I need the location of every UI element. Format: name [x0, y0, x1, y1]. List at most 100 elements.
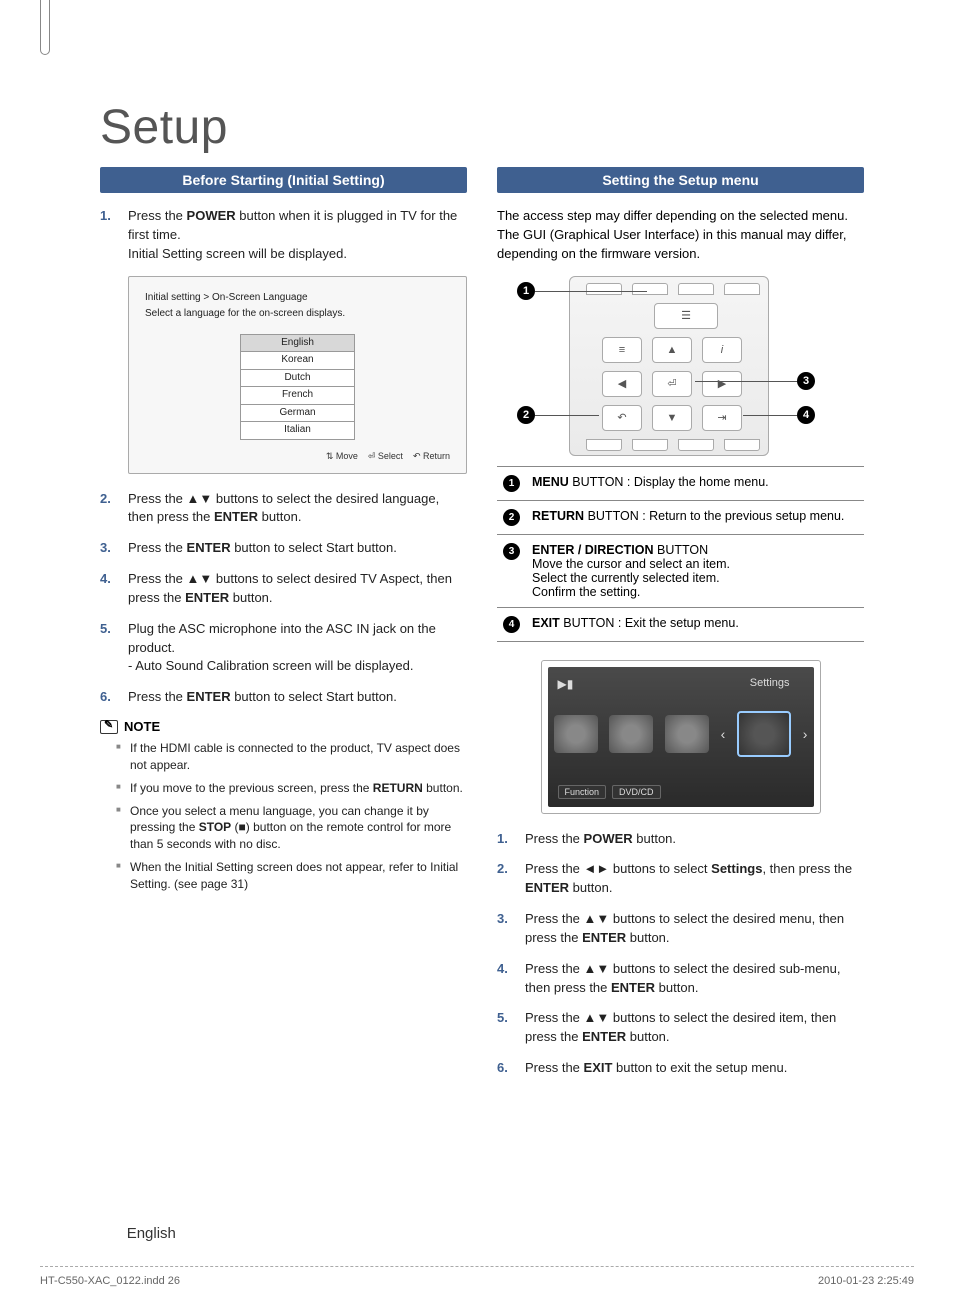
table-cell-desc: ENTER / DIRECTION BUTTONMove the cursor … — [526, 534, 864, 607]
play-pause-icon: ▶▮ — [558, 677, 574, 691]
osd-return-hint: ↶ Return — [413, 451, 450, 461]
remote-bottom-button-4 — [724, 439, 760, 451]
remote-up-button: ▲ — [652, 337, 692, 363]
step-item: Plug the ASC microphone into the ASC IN … — [100, 620, 467, 677]
right-intro-text: The access step may differ depending on … — [497, 207, 864, 264]
step-item: Press the ▲▼ buttons to select the desir… — [497, 960, 864, 998]
osd-language-option: French — [240, 386, 355, 404]
table-row: 3ENTER / DIRECTION BUTTONMove the cursor… — [497, 534, 864, 607]
carousel: ‹ › — [548, 711, 814, 757]
step-item: Press the EXIT button to exit the setup … — [497, 1059, 864, 1078]
carousel-arrow-right: › — [803, 726, 808, 742]
callout-2: 2 — [517, 406, 535, 424]
step-item: Press the ▲▼ buttons to select the desir… — [497, 1009, 864, 1047]
remote-info-button: i — [702, 337, 742, 363]
callout-4: 4 — [797, 406, 815, 424]
left-steps-list: Press the POWER button when it is plugge… — [100, 207, 467, 707]
left-column: Before Starting (Initial Setting) Press … — [100, 167, 467, 1090]
osd-select-hint: ⏎ Select — [368, 451, 403, 461]
step-item: Press the ▲▼ buttons to select the desir… — [100, 490, 467, 528]
note-heading: NOTE — [100, 719, 467, 734]
footer-file: HT-C550-XAC_0122.indd 26 — [40, 1275, 180, 1287]
note-item: When the Initial Setting screen does not… — [100, 859, 467, 893]
button-table: 1MENU BUTTON : Display the home menu.2RE… — [497, 466, 864, 642]
callout-line-1 — [535, 291, 647, 292]
step-item: Press the POWER button when it is plugge… — [100, 207, 467, 264]
remote-top-button-3 — [678, 283, 714, 295]
remote-bottom-button-1 — [586, 439, 622, 451]
right-steps-list: Press the POWER button. Press the ◄► butt… — [497, 830, 864, 1078]
remote-bottom-button-3 — [678, 439, 714, 451]
table-cell-num: 4 — [497, 607, 526, 641]
right-column: Setting the Setup menu The access step m… — [497, 167, 864, 1090]
settings-footer: Function DVD/CD — [558, 785, 661, 799]
remote-exit-button: ⇥ — [702, 405, 742, 431]
page-footer-lang: 26 English — [100, 1225, 864, 1242]
osd-language-option: Korean — [240, 351, 355, 369]
settings-screenshot: ▶▮ Settings ‹ › Function DVD/CD — [541, 660, 821, 814]
remote-left-button: ◀ — [602, 371, 642, 397]
remote-top-button-2 — [632, 283, 668, 295]
osd-breadcrumb: Initial setting > On-Screen Language — [145, 291, 450, 306]
remote-enter-button: ⏎ — [652, 371, 692, 397]
remote-menu-button: ☰ — [654, 303, 718, 329]
carousel-item — [609, 715, 653, 753]
step-item: Press the ▲▼ buttons to select the desir… — [497, 910, 864, 948]
footer-tag: DVD/CD — [612, 785, 661, 799]
carousel-item — [665, 715, 709, 753]
osd-language-option: Dutch — [240, 369, 355, 387]
step-item: Press the POWER button. — [497, 830, 864, 849]
table-cell-num: 1 — [497, 466, 526, 500]
footer-tag: Function — [558, 785, 607, 799]
remote-down-button: ▼ — [652, 405, 692, 431]
osd-move-hint: ⇅ Move — [326, 451, 358, 461]
page-tab-marker — [40, 0, 50, 55]
settings-screen: ▶▮ Settings ‹ › Function DVD/CD — [548, 667, 814, 807]
remote-bottom-button-2 — [632, 439, 668, 451]
table-cell-num: 2 — [497, 500, 526, 534]
settings-label: Settings — [750, 677, 790, 689]
note-list: If the HDMI cable is connected to the pr… — [100, 740, 467, 892]
callout-1: 1 — [517, 282, 535, 300]
page-title: Setup — [100, 100, 864, 155]
step-item: Press the ◄► buttons to select Settings,… — [497, 860, 864, 898]
left-section-header: Before Starting (Initial Setting) — [100, 167, 467, 193]
table-row: 4EXIT BUTTON : Exit the setup menu. — [497, 607, 864, 641]
table-cell-desc: RETURN BUTTON : Return to the previous s… — [526, 500, 864, 534]
remote-right-button: ▶ — [702, 371, 742, 397]
table-row: 1MENU BUTTON : Display the home menu. — [497, 466, 864, 500]
osd-footer: ⇅ Move ⏎ Select ↶ Return — [145, 450, 450, 463]
note-item: Once you select a menu language, you can… — [100, 803, 467, 853]
osd-list: EnglishKoreanDutchFrenchGermanItalian — [240, 334, 355, 440]
table-cell-desc: EXIT BUTTON : Exit the setup menu. — [526, 607, 864, 641]
callout-3: 3 — [797, 372, 815, 390]
footer-date: 2010-01-23 2:25:49 — [818, 1275, 914, 1287]
remote-top-button-4 — [724, 283, 760, 295]
step-item: Press the ▲▼ buttons to select desired T… — [100, 570, 467, 608]
callout-line-2 — [535, 415, 599, 416]
table-cell-desc: MENU BUTTON : Display the home menu. — [526, 466, 864, 500]
remote-top-button-1 — [586, 283, 622, 295]
step-item: Press the ENTER button to select Start b… — [100, 539, 467, 558]
osd-prompt: Select a language for the on-screen disp… — [145, 307, 450, 322]
osd-language-option: English — [240, 334, 355, 352]
remote-diagram: ☰ ≡ ▲ i ◀ ⏎ ▶ ↶ ▼ ⇥ 1 2 — [497, 276, 864, 456]
osd-language-option: German — [240, 404, 355, 422]
callout-line-3 — [695, 381, 797, 382]
note-item: If you move to the previous screen, pres… — [100, 780, 467, 797]
osd-panel: Initial setting > On-Screen LanguageSele… — [128, 276, 467, 474]
carousel-arrow-left: ‹ — [721, 726, 726, 742]
table-row: 2RETURN BUTTON : Return to the previous … — [497, 500, 864, 534]
table-cell-num: 3 — [497, 534, 526, 607]
remote-body: ☰ ≡ ▲ i ◀ ⏎ ▶ ↶ ▼ ⇥ — [569, 276, 769, 456]
osd-language-option: Italian — [240, 421, 355, 440]
carousel-item — [554, 715, 598, 753]
note-item: If the HDMI cable is connected to the pr… — [100, 740, 467, 774]
remote-return-button: ↶ — [602, 405, 642, 431]
carousel-item-settings — [737, 711, 791, 757]
note-label: NOTE — [124, 719, 160, 734]
note-icon — [100, 720, 118, 734]
footer-meta: HT-C550-XAC_0122.indd 26 2010-01-23 2:25… — [40, 1266, 914, 1287]
page-language: English — [127, 1225, 176, 1242]
remote-aux-button-left: ≡ — [602, 337, 642, 363]
